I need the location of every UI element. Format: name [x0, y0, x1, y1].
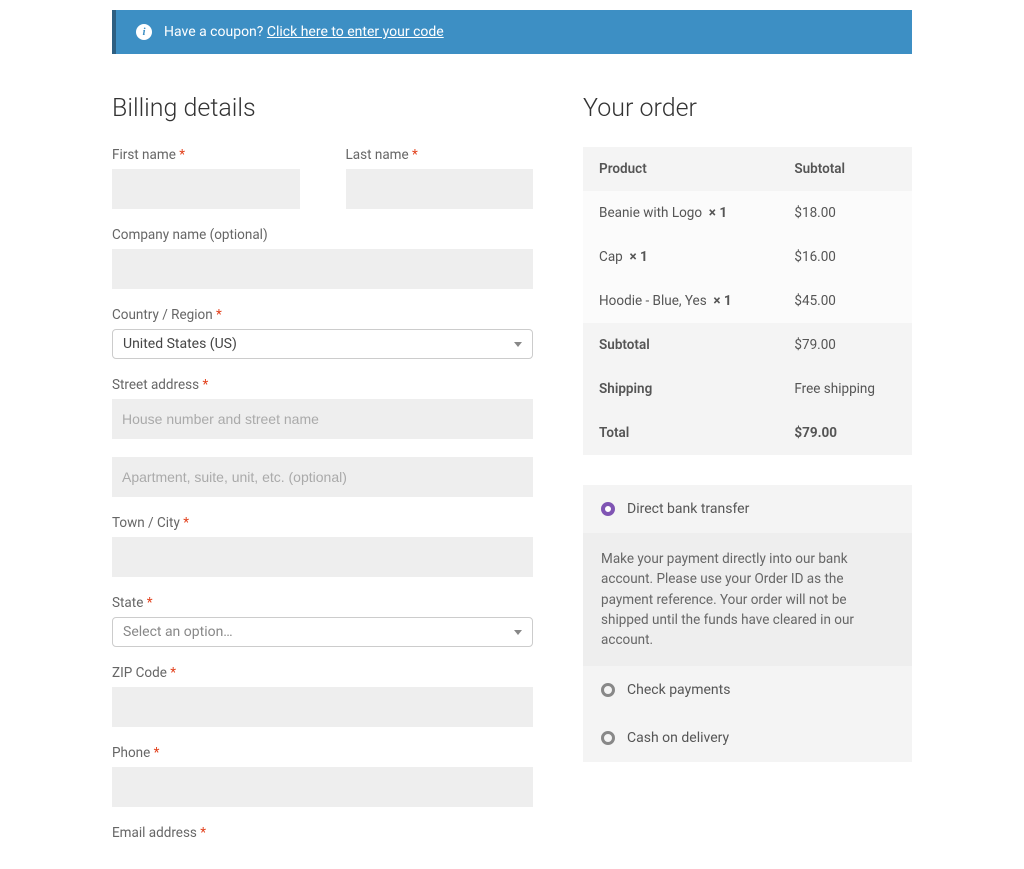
payment-bank-transfer[interactable]: Direct bank transfer: [583, 485, 912, 533]
last-name-label: Last name *: [346, 147, 534, 163]
state-select[interactable]: Select an option…: [112, 617, 533, 647]
first-name-label: First name *: [112, 147, 300, 163]
payment-bank-desc: Make your payment directly into our bank…: [583, 533, 912, 666]
order-table: Product Subtotal Beanie with Logo × 1 $1…: [583, 147, 912, 455]
payment-check[interactable]: Check payments: [583, 666, 912, 714]
th-product: Product: [583, 147, 778, 191]
billing-heading: Billing details: [112, 94, 533, 123]
country-select[interactable]: United States (US): [112, 329, 533, 359]
company-label: Company name (optional): [112, 227, 533, 243]
email-label: Email address *: [112, 825, 533, 841]
chevron-down-icon: [514, 630, 522, 635]
radio-icon: [601, 683, 615, 697]
street-address-2-field[interactable]: [112, 457, 533, 497]
country-label: Country / Region *: [112, 307, 533, 323]
street-label: Street address *: [112, 377, 533, 393]
city-label: Town / City *: [112, 515, 533, 531]
city-field[interactable]: [112, 537, 533, 577]
payment-cod[interactable]: Cash on delivery: [583, 714, 912, 762]
radio-selected-icon: [601, 502, 615, 516]
coupon-link[interactable]: Click here to enter your code: [267, 24, 444, 40]
phone-label: Phone *: [112, 745, 533, 761]
radio-icon: [601, 731, 615, 745]
company-field[interactable]: [112, 249, 533, 289]
coupon-prompt: Have a coupon?: [164, 24, 263, 40]
first-name-field[interactable]: [112, 169, 300, 209]
table-row: Beanie with Logo × 1 $18.00: [583, 191, 912, 235]
state-label: State *: [112, 595, 533, 611]
table-row: Hoodie - Blue, Yes × 1 $45.00: [583, 279, 912, 323]
table-row: Cap × 1 $16.00: [583, 235, 912, 279]
last-name-field[interactable]: [346, 169, 534, 209]
zip-label: ZIP Code *: [112, 665, 533, 681]
zip-field[interactable]: [112, 687, 533, 727]
th-subtotal: Subtotal: [778, 147, 912, 191]
street-address-1-field[interactable]: [112, 399, 533, 439]
coupon-notice: i Have a coupon? Click here to enter you…: [112, 10, 912, 54]
chevron-down-icon: [514, 342, 522, 347]
payment-methods: Direct bank transfer Make your payment d…: [583, 485, 912, 762]
phone-field[interactable]: [112, 767, 533, 807]
order-heading: Your order: [583, 94, 912, 123]
info-icon: i: [136, 24, 152, 40]
